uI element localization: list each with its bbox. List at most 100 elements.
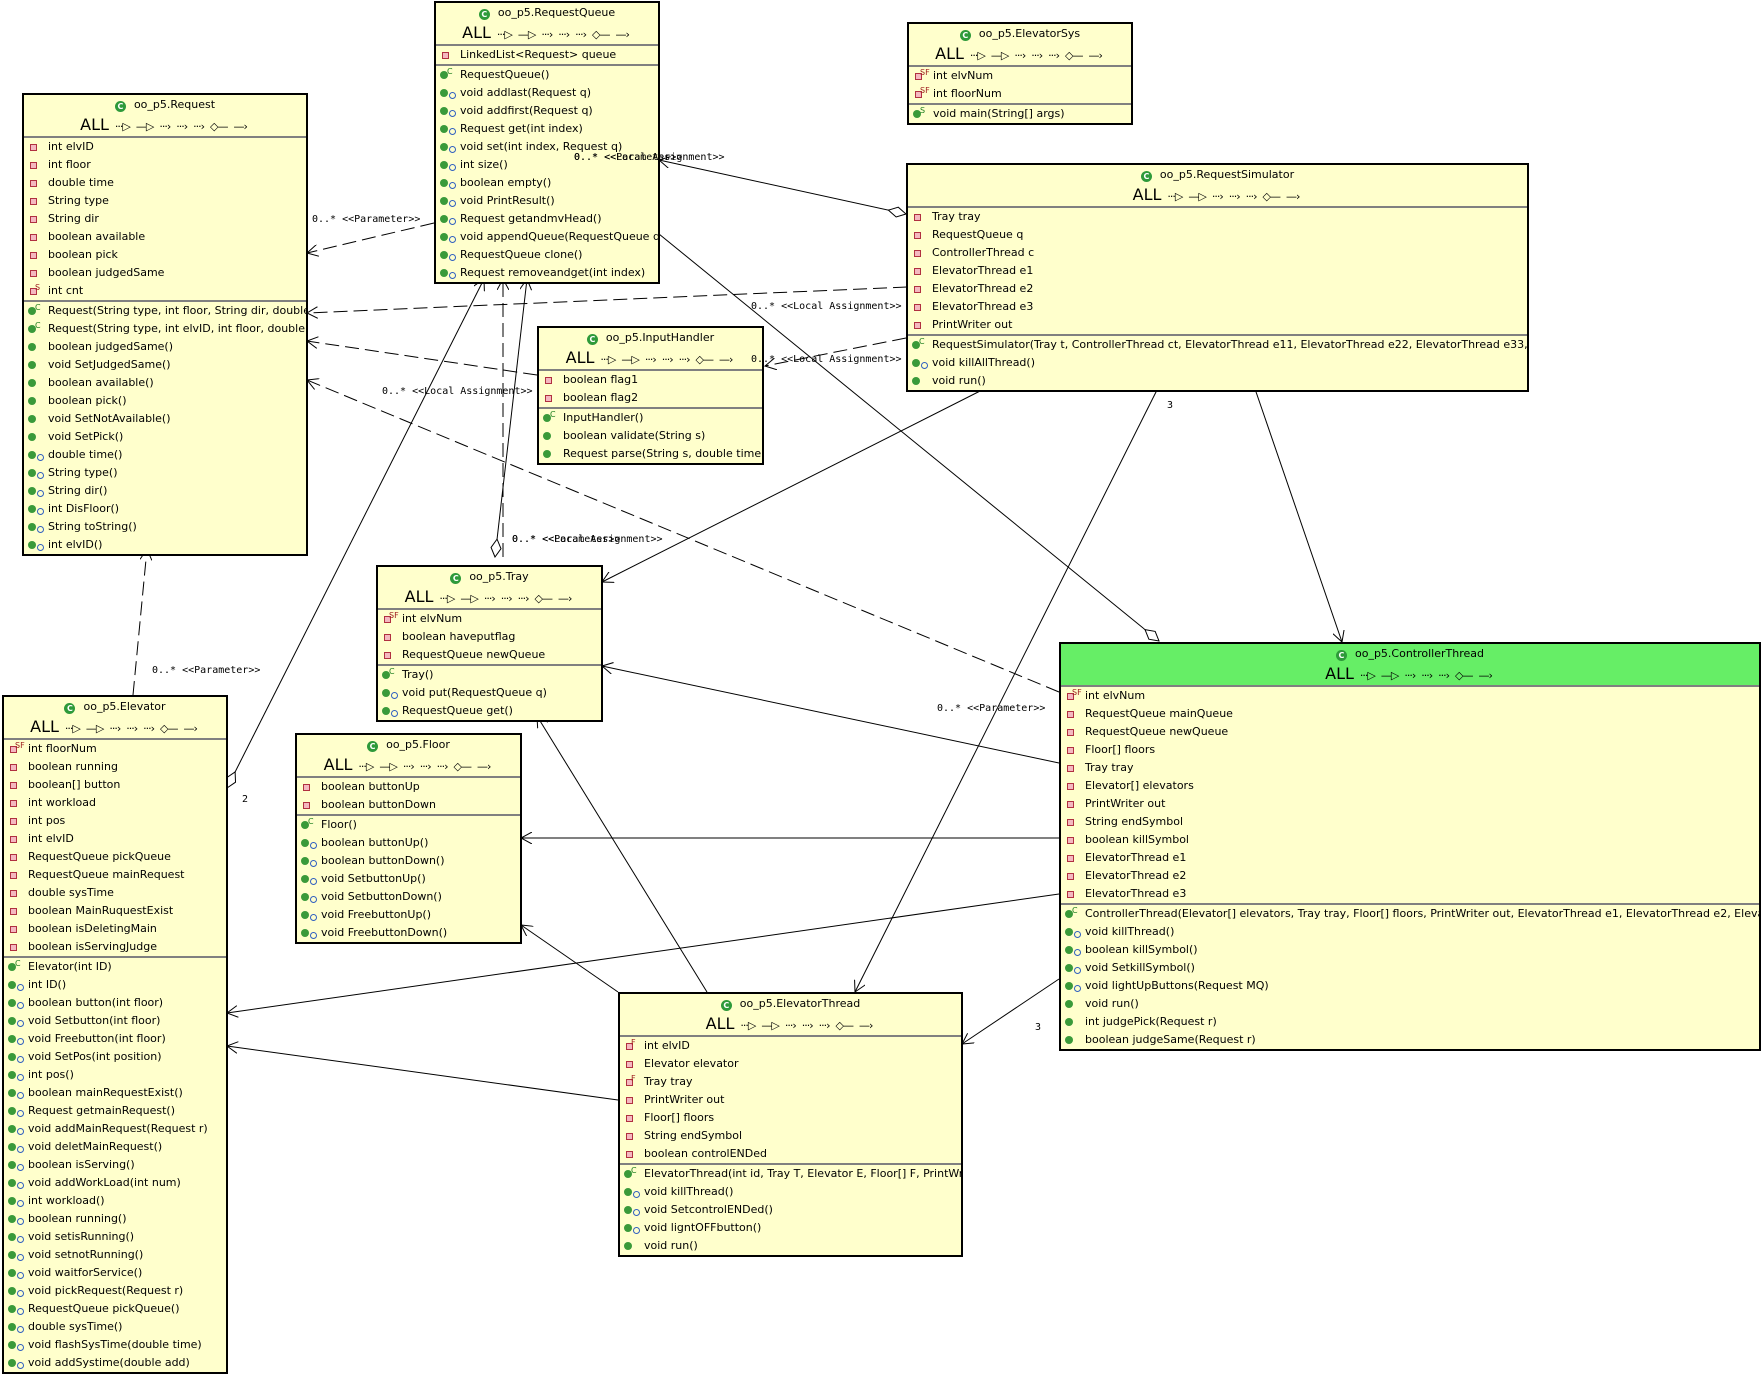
method-row[interactable]: String type(): [24, 464, 306, 482]
method-row[interactable]: void flashSysTime(double time): [4, 1336, 226, 1354]
association-filter-icon[interactable]: —›: [859, 1019, 873, 1032]
realization-filter-icon[interactable]: ···▷: [115, 120, 131, 133]
assignment-filter-icon[interactable]: ···›: [1438, 669, 1450, 682]
method-row[interactable]: void addfirst(Request q): [436, 102, 658, 120]
assignment-filter-icon[interactable]: ···›: [518, 592, 530, 605]
method-row[interactable]: double time(): [24, 446, 306, 464]
filter-all-button[interactable]: ALL: [706, 1014, 735, 1033]
method-row[interactable]: void pickRequest(Request r): [4, 1282, 226, 1300]
method-row[interactable]: Request get(int index): [436, 120, 658, 138]
usage-filter-icon[interactable]: ···›: [176, 120, 188, 133]
filter-all-button[interactable]: ALL: [935, 44, 964, 63]
method-row[interactable]: void Setbutton(int floor): [4, 1012, 226, 1030]
method-row[interactable]: C ElevatorThread(int id, Tray T, Elevator…: [620, 1165, 961, 1183]
dependency-filter-icon[interactable]: ···›: [109, 722, 121, 735]
realization-filter-icon[interactable]: ···▷: [497, 28, 513, 41]
method-row[interactable]: boolean buttonUp(): [297, 834, 520, 852]
aggregation-filter-icon[interactable]: ◇—: [160, 722, 178, 735]
filter-all-button[interactable]: ALL: [566, 348, 595, 367]
method-row[interactable]: void FreebuttonUp(): [297, 906, 520, 924]
method-row[interactable]: void addWorkLoad(int num): [4, 1174, 226, 1192]
method-row[interactable]: void SetNotAvailable(): [24, 410, 306, 428]
class-box-tray[interactable]: Coo_p5.Tray ALL ···▷ —▷ ···› ···› ···› ◇— —› SF in…: [376, 565, 603, 722]
dependency-filter-icon[interactable]: ···›: [541, 28, 553, 41]
method-row[interactable]: Request getandmvHead(): [436, 210, 658, 228]
association-filter-icon[interactable]: —›: [1478, 669, 1492, 682]
method-row[interactable]: void FreebuttonDown(): [297, 924, 520, 942]
generalization-filter-icon[interactable]: —▷: [518, 28, 536, 41]
method-row[interactable]: Svoid main(String[] args): [909, 105, 1131, 123]
aggregation-filter-icon[interactable]: ◇—: [1263, 190, 1281, 203]
method-row[interactable]: boolean judgedSame(): [24, 338, 306, 356]
filter-all-button[interactable]: ALL: [405, 587, 434, 606]
dependency-filter-icon[interactable]: ···›: [785, 1019, 797, 1032]
realization-filter-icon[interactable]: ···▷: [600, 353, 616, 366]
class-box-requestqueue[interactable]: Coo_p5.RequestQueue ALL ···▷ —▷ ···› ···› ···›…: [434, 1, 660, 284]
method-row[interactable]: void SetbuttonUp(): [297, 870, 520, 888]
method-row[interactable]: C RequestQueue(): [436, 66, 658, 84]
method-row[interactable]: C ControllerThread(Elevator[] elevators, …: [1061, 905, 1759, 923]
method-row[interactable]: void addMainRequest(Request r): [4, 1120, 226, 1138]
filter-all-button[interactable]: ALL: [30, 717, 59, 736]
aggregation-filter-icon[interactable]: ◇—: [454, 760, 472, 773]
dependency-filter-icon[interactable]: ···›: [403, 760, 415, 773]
generalization-filter-icon[interactable]: —▷: [86, 722, 104, 735]
assignment-filter-icon[interactable]: ···›: [1048, 49, 1060, 62]
dependency-filter-icon[interactable]: ···›: [1404, 669, 1416, 682]
method-row[interactable]: void Freebutton(int floor): [4, 1030, 226, 1048]
method-row[interactable]: void SetJudgedSame(): [24, 356, 306, 374]
association-filter-icon[interactable]: —›: [558, 592, 572, 605]
method-row[interactable]: int DisFloor(): [24, 500, 306, 518]
aggregation-filter-icon[interactable]: ◇—: [836, 1019, 854, 1032]
method-row[interactable]: void deletMainRequest(): [4, 1138, 226, 1156]
realization-filter-icon[interactable]: ···▷: [970, 49, 986, 62]
method-row[interactable]: boolean validate(String s): [539, 427, 762, 445]
filter-all-button[interactable]: ALL: [1325, 664, 1354, 683]
generalization-filter-icon[interactable]: —▷: [379, 760, 397, 773]
association-filter-icon[interactable]: —›: [1286, 190, 1300, 203]
method-row[interactable]: boolean empty(): [436, 174, 658, 192]
method-row[interactable]: void lightUpButtons(Request MQ): [1061, 977, 1759, 995]
usage-filter-icon[interactable]: ···›: [1421, 669, 1433, 682]
method-row[interactable]: boolean isServing(): [4, 1156, 226, 1174]
method-row[interactable]: void killThread(): [1061, 923, 1759, 941]
association-filter-icon[interactable]: —›: [1088, 49, 1102, 62]
assignment-filter-icon[interactable]: ···›: [575, 28, 587, 41]
generalization-filter-icon[interactable]: —▷: [1188, 190, 1206, 203]
class-box-floor[interactable]: Coo_p5.Floor ALL ···▷ —▷ ···› ···› ···› ◇— —› boo…: [295, 733, 522, 944]
class-box-elevatorthread[interactable]: Coo_p5.ElevatorThread ALL ···▷ —▷ ···› ···› ··…: [618, 992, 963, 1257]
association-filter-icon[interactable]: —›: [615, 28, 629, 41]
method-row[interactable]: boolean killSymbol(): [1061, 941, 1759, 959]
method-row[interactable]: int workload(): [4, 1192, 226, 1210]
method-row[interactable]: void appendQueue(RequestQueue q): [436, 228, 658, 246]
usage-filter-icon[interactable]: ···›: [126, 722, 138, 735]
method-row[interactable]: String toString(): [24, 518, 306, 536]
filter-all-button[interactable]: ALL: [324, 755, 353, 774]
method-row[interactable]: String dir(): [24, 482, 306, 500]
method-row[interactable]: double sysTime(): [4, 1318, 226, 1336]
assignment-filter-icon[interactable]: ···›: [1246, 190, 1258, 203]
method-row[interactable]: void put(RequestQueue q): [378, 684, 601, 702]
aggregation-filter-icon[interactable]: ◇—: [592, 28, 610, 41]
generalization-filter-icon[interactable]: —▷: [136, 120, 154, 133]
usage-filter-icon[interactable]: ···›: [420, 760, 432, 773]
realization-filter-icon[interactable]: ···▷: [1167, 190, 1183, 203]
method-row[interactable]: C Elevator(int ID): [4, 958, 226, 976]
method-row[interactable]: void SetkillSymbol(): [1061, 959, 1759, 977]
generalization-filter-icon[interactable]: —▷: [1381, 669, 1399, 682]
aggregation-filter-icon[interactable]: ◇—: [696, 353, 714, 366]
usage-filter-icon[interactable]: ···›: [802, 1019, 814, 1032]
usage-filter-icon[interactable]: ···›: [558, 28, 570, 41]
assignment-filter-icon[interactable]: ···›: [143, 722, 155, 735]
class-box-inputhandler[interactable]: Coo_p5.InputHandler ALL ···▷ —▷ ···› ···› ···›…: [537, 326, 764, 465]
aggregation-filter-icon[interactable]: ◇—: [210, 120, 228, 133]
method-row[interactable]: boolean running(): [4, 1210, 226, 1228]
method-row[interactable]: int pos(): [4, 1066, 226, 1084]
method-row[interactable]: RequestQueue pickQueue(): [4, 1300, 226, 1318]
dependency-filter-icon[interactable]: ···›: [484, 592, 496, 605]
assignment-filter-icon[interactable]: ···›: [819, 1019, 831, 1032]
realization-filter-icon[interactable]: ···▷: [358, 760, 374, 773]
realization-filter-icon[interactable]: ···▷: [65, 722, 81, 735]
method-row[interactable]: C Floor(): [297, 816, 520, 834]
method-row[interactable]: boolean judgeSame(Request r): [1061, 1031, 1759, 1049]
